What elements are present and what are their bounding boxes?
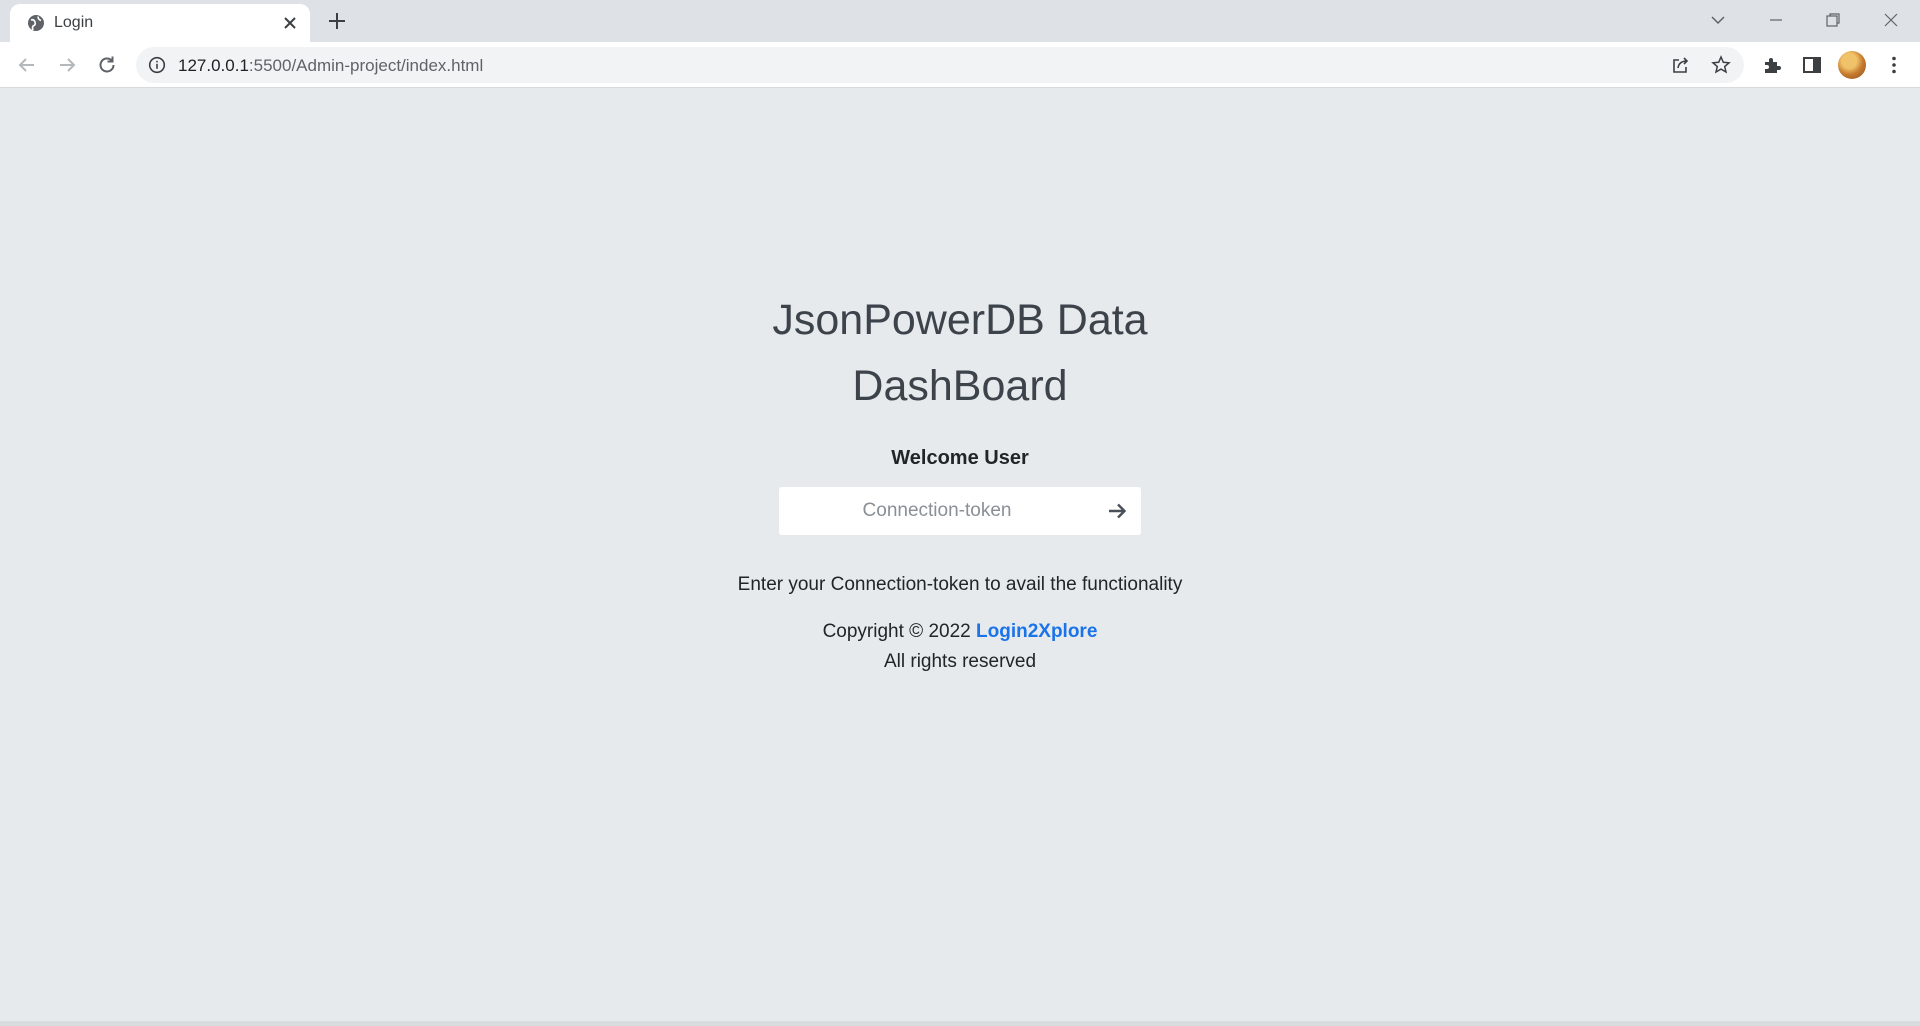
reload-icon[interactable]	[95, 53, 119, 77]
star-icon[interactable]	[1710, 54, 1732, 76]
horizontal-scrollbar[interactable]	[0, 1021, 1920, 1026]
tab-title: Login	[54, 14, 94, 31]
welcome-heading: Welcome User	[891, 447, 1029, 469]
copyright-text: Copyright © 2022	[822, 621, 971, 642]
minimize-icon[interactable]	[1764, 8, 1788, 32]
token-form	[779, 487, 1141, 535]
share-icon[interactable]	[1670, 54, 1692, 76]
restore-icon[interactable]	[1821, 8, 1845, 32]
tab-strip: Login	[0, 0, 1920, 42]
browser-tab[interactable]: Login	[10, 4, 310, 42]
forward-arrow-icon[interactable]	[55, 53, 79, 77]
login-page: JsonPowerDB Data DashBoard Welcome User …	[0, 89, 1920, 1026]
side-panel-icon[interactable]	[1800, 53, 1824, 77]
close-window-icon[interactable]	[1879, 8, 1903, 32]
plus-icon[interactable]	[326, 10, 348, 32]
title-line-2: DashBoard	[852, 362, 1068, 410]
url-path: :5500/Admin-project/index.html	[248, 56, 484, 75]
page-title: JsonPowerDB Data DashBoard	[0, 287, 1920, 419]
arrow-right-icon[interactable]	[1105, 499, 1129, 523]
url-host: 127.0.0.1	[178, 56, 249, 75]
connection-token-input[interactable]	[779, 487, 1095, 535]
browser-toolbar: 127.0.0.1:5500/Admin-project/index.html	[0, 42, 1920, 88]
close-icon[interactable]	[280, 13, 300, 33]
address-bar[interactable]: 127.0.0.1:5500/Admin-project/index.html	[136, 47, 1744, 83]
puzzle-icon[interactable]	[1760, 53, 1784, 77]
chevron-down-icon[interactable]	[1706, 8, 1730, 32]
brand-link[interactable]: Login2Xplore	[976, 621, 1097, 642]
url-text[interactable]: 127.0.0.1:5500/Admin-project/index.html	[178, 56, 483, 76]
rights-text: All rights reserved	[883, 651, 1037, 672]
info-icon[interactable]	[148, 56, 166, 74]
kebab-menu-icon[interactable]	[1882, 53, 1906, 77]
back-arrow-icon[interactable]	[15, 53, 39, 77]
title-line-1: JsonPowerDB Data	[772, 296, 1148, 344]
avatar[interactable]	[1838, 51, 1866, 79]
copyright: Copyright © 2022 Login2Xplore All rights…	[0, 617, 1920, 677]
globe-icon	[28, 15, 44, 31]
token-hint: Enter your Connection-token to avail the…	[737, 574, 1183, 595]
